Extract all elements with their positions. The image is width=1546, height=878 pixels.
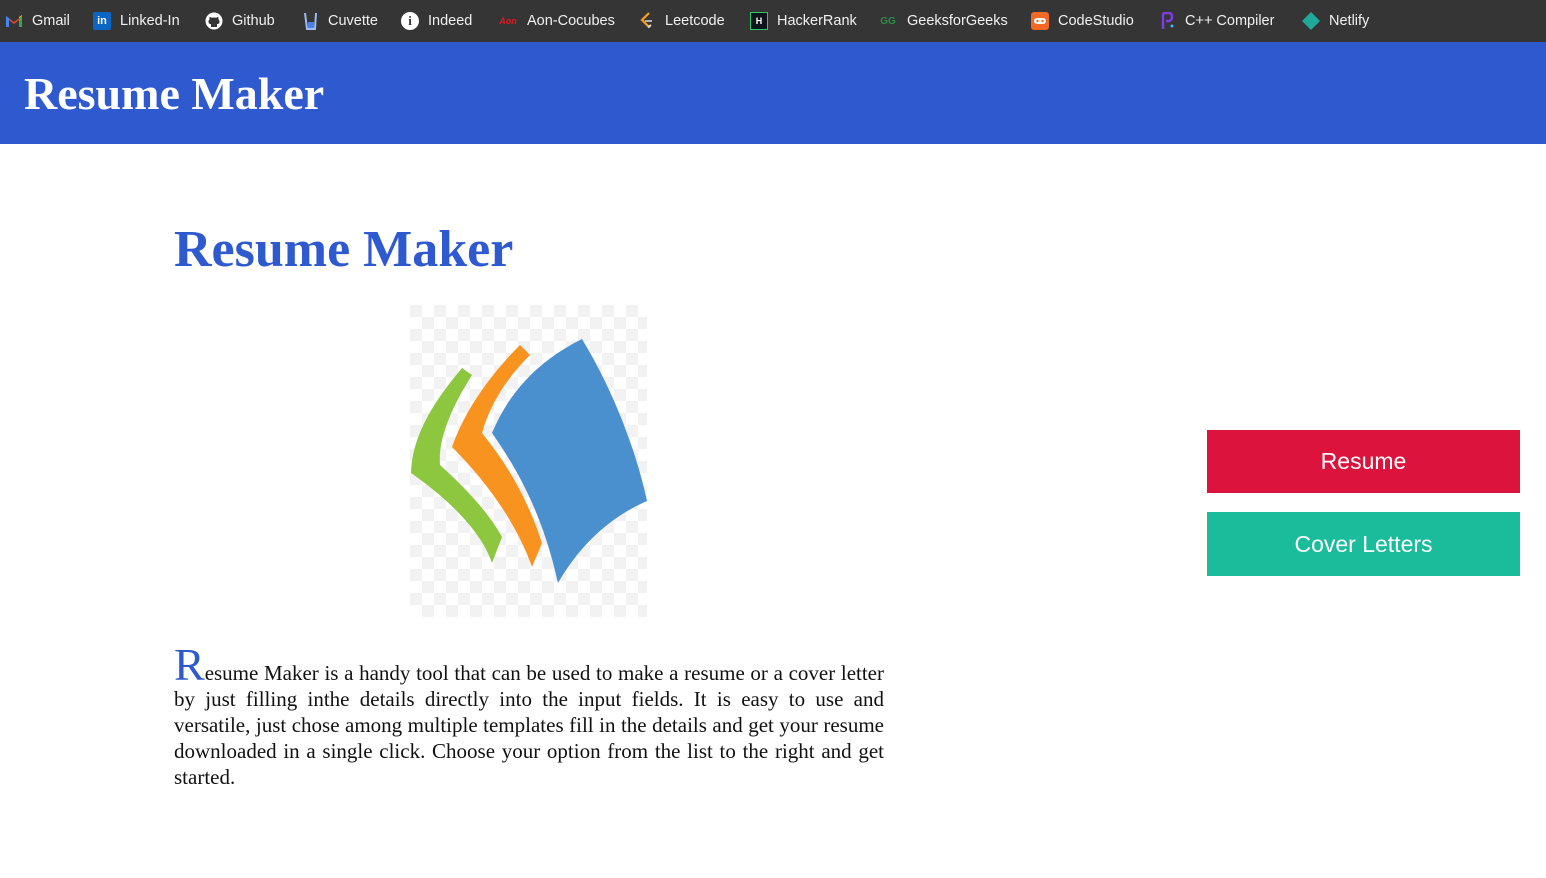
drop-cap: R — [174, 639, 205, 690]
bookmark-leetcode[interactable]: Leetcode — [638, 0, 725, 42]
bookmark-label: Github — [232, 13, 275, 29]
indeed-icon: i — [401, 12, 419, 30]
bookmark-hackerrank[interactable]: H HackerRank — [750, 0, 857, 42]
github-icon — [205, 12, 223, 30]
header-title: Resume Maker — [24, 68, 325, 119]
bookmark-geeksforgeeks[interactable]: GG GeeksforGeeks — [878, 0, 1008, 42]
bookmark-codestudio[interactable]: CodeStudio — [1031, 0, 1134, 42]
bookmark-label: Netlify — [1329, 13, 1370, 29]
bookmark-aon-cocubes[interactable]: Aon Aon-Cocubes — [497, 0, 615, 42]
bookmark-label: Linked-In — [120, 13, 180, 29]
bookmark-label: GeeksforGeeks — [907, 13, 1008, 29]
cpp-compiler-icon — [1158, 12, 1176, 30]
codestudio-icon — [1031, 12, 1049, 30]
bookmarks-bar: Gmail in Linked-In Github Cuvette i Inde… — [0, 0, 1546, 42]
resume-maker-logo — [410, 305, 647, 617]
bookmark-label: Gmail — [32, 13, 70, 29]
bookmark-label: HackerRank — [777, 13, 857, 29]
page-title: Resume Maker — [174, 221, 514, 278]
bookmark-netlify[interactable]: Netlify — [1302, 0, 1369, 42]
bookmark-github[interactable]: Github — [205, 0, 275, 42]
gmail-icon — [5, 12, 23, 30]
bookmark-label: C++ Compiler — [1185, 13, 1275, 29]
resume-button[interactable]: Resume — [1207, 430, 1520, 493]
bookmark-gmail[interactable]: Gmail — [5, 0, 70, 42]
bookmark-label: Aon-Cocubes — [527, 13, 615, 29]
linkedin-icon: in — [93, 12, 111, 30]
netlify-icon — [1302, 12, 1320, 30]
bookmark-cuvette[interactable]: Cuvette — [301, 0, 378, 42]
bookmark-label: Leetcode — [665, 13, 725, 29]
bookmark-linkedin[interactable]: in Linked-In — [93, 0, 180, 42]
bookmark-label: Cuvette — [328, 13, 378, 29]
aon-icon: Aon — [499, 16, 517, 26]
cuvette-icon — [301, 12, 319, 30]
hackerrank-icon: H — [750, 12, 768, 30]
cover-letters-button[interactable]: Cover Letters — [1207, 512, 1520, 576]
geeksforgeeks-icon: GG — [880, 15, 896, 27]
description-text: Resume Maker is a handy tool that can be… — [174, 642, 884, 790]
bookmark-label: Indeed — [428, 13, 473, 29]
bookmark-cpp-compiler[interactable]: C++ Compiler — [1158, 0, 1274, 42]
description-body: esume Maker is a handy tool that can be … — [174, 661, 884, 789]
leetcode-icon — [638, 12, 656, 30]
site-header: Resume Maker — [0, 42, 1546, 144]
bookmark-label: CodeStudio — [1058, 13, 1134, 29]
bookmark-indeed[interactable]: i Indeed — [401, 0, 472, 42]
